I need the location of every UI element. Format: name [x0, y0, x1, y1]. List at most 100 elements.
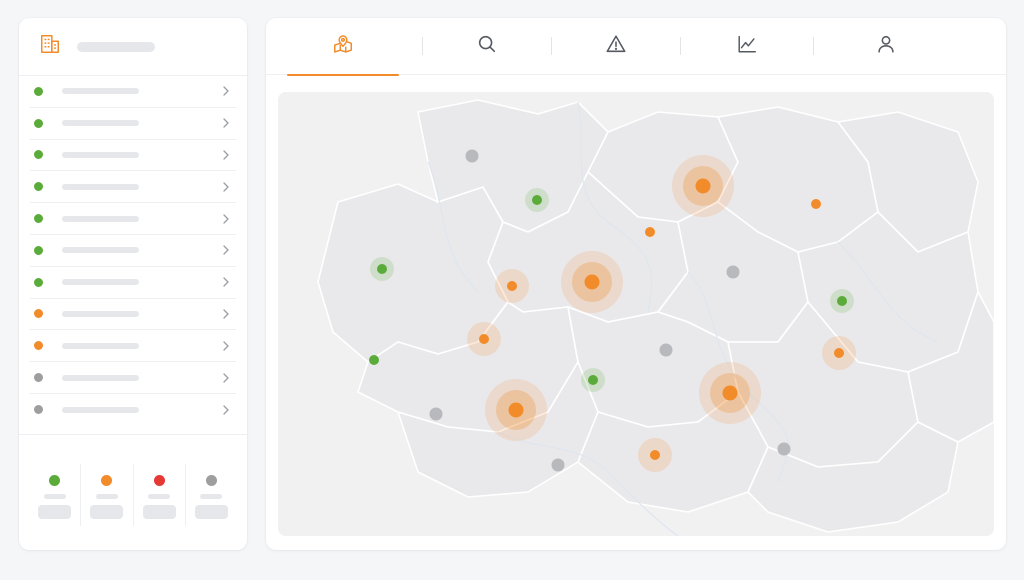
- tab-analytics[interactable]: [681, 18, 813, 75]
- legend-count-placeholder: [38, 505, 72, 519]
- map-marker-green[interactable]: [837, 296, 847, 306]
- map-marker-green[interactable]: [369, 355, 379, 365]
- warning-icon: [605, 33, 627, 60]
- map-marker-gray[interactable]: [551, 458, 565, 472]
- chevron-right-icon: [223, 118, 229, 128]
- map-marker-gray[interactable]: [777, 442, 791, 456]
- tab-search[interactable]: [423, 18, 551, 75]
- legend-label-placeholder: [43, 494, 66, 499]
- map-marker-gray[interactable]: [659, 343, 673, 357]
- map-marker-gray[interactable]: [465, 149, 479, 163]
- status-dot: [34, 118, 43, 128]
- list-item[interactable]: [30, 267, 236, 299]
- item-label-placeholder: [62, 215, 139, 222]
- legend-count-placeholder: [142, 505, 176, 519]
- map-marker-orange[interactable]: [645, 227, 655, 237]
- chevron-right-icon: [223, 182, 229, 192]
- sidebar-divider: [19, 434, 247, 435]
- chevron-right-icon: [223, 150, 229, 160]
- map-marker-orange[interactable]: [834, 348, 844, 358]
- legend-count-placeholder: [90, 505, 124, 519]
- map-pin-icon: [332, 33, 354, 60]
- tab-alerts[interactable]: [552, 18, 680, 75]
- item-label-placeholder: [62, 88, 139, 95]
- map-marker-gray[interactable]: [726, 265, 740, 279]
- map-marker-orange[interactable]: [507, 281, 517, 291]
- tab-profile[interactable]: [814, 18, 958, 75]
- legend-count-placeholder: [194, 505, 228, 519]
- status-dot: [34, 277, 43, 287]
- item-label-placeholder: [62, 120, 139, 127]
- chevron-right-icon: [223, 405, 229, 415]
- chevron-right-icon: [223, 277, 229, 287]
- legend-dot: [153, 475, 165, 486]
- legend-item-orange[interactable]: [81, 464, 134, 526]
- map-marker-gray[interactable]: [429, 407, 443, 421]
- item-label-placeholder: [62, 279, 139, 286]
- sidebar-header: [19, 18, 247, 76]
- building-icon[interactable]: [39, 33, 61, 60]
- legend-label-placeholder: [200, 494, 223, 499]
- item-label-placeholder: [62, 342, 139, 349]
- item-label-placeholder: [62, 406, 139, 413]
- chevron-right-icon: [223, 213, 229, 224]
- map-marker-orange[interactable]: [508, 402, 524, 418]
- tab-bar: [266, 18, 1006, 76]
- status-dot: [34, 245, 43, 255]
- status-dot: [34, 150, 43, 160]
- map-marker-orange[interactable]: [650, 450, 660, 460]
- item-label-placeholder: [62, 183, 139, 190]
- legend-label-placeholder: [95, 494, 118, 499]
- list-item[interactable]: [30, 330, 236, 363]
- tab-map[interactable]: [286, 18, 400, 76]
- status-dot: [34, 214, 43, 224]
- map-background: [278, 92, 994, 536]
- search-icon: [476, 33, 498, 60]
- list-item[interactable]: [30, 235, 236, 267]
- map-marker-orange[interactable]: [479, 334, 489, 344]
- map-marker-green[interactable]: [377, 264, 387, 274]
- item-label-placeholder: [62, 247, 139, 254]
- map-view[interactable]: [278, 92, 994, 536]
- map-marker-orange[interactable]: [811, 199, 821, 209]
- chart-icon: [736, 33, 758, 60]
- legend-item-green[interactable]: [29, 464, 82, 526]
- map-marker-orange[interactable]: [722, 385, 738, 401]
- map-marker-green[interactable]: [588, 375, 598, 385]
- list-item[interactable]: [30, 203, 236, 235]
- legend-dot: [49, 475, 61, 486]
- list-item[interactable]: [30, 108, 236, 140]
- map-marker-orange[interactable]: [695, 178, 711, 194]
- legend-item-gray[interactable]: [186, 464, 237, 526]
- map-marker-orange[interactable]: [584, 274, 600, 290]
- list-item[interactable]: [30, 362, 236, 394]
- chevron-right-icon: [223, 86, 229, 97]
- user-icon: [875, 33, 897, 60]
- status-dot: [34, 309, 43, 319]
- chevron-right-icon: [223, 309, 229, 319]
- status-dot: [34, 182, 43, 192]
- status-dot: [34, 341, 43, 351]
- legend-dot: [205, 475, 217, 486]
- status-dot: [34, 373, 43, 383]
- list-item[interactable]: [30, 299, 236, 331]
- legend-item-red[interactable]: [134, 464, 186, 526]
- status-dot: [34, 86, 43, 96]
- chevron-right-icon: [223, 341, 229, 351]
- chevron-right-icon: [223, 245, 229, 256]
- item-label-placeholder: [62, 151, 139, 158]
- list-item[interactable]: [30, 140, 236, 172]
- item-label-placeholder: [62, 374, 139, 381]
- item-label-placeholder: [62, 310, 139, 317]
- map-marker-green[interactable]: [532, 195, 542, 205]
- main-panel: [266, 18, 1006, 550]
- sidebar: [19, 18, 247, 550]
- list-item[interactable]: [30, 394, 236, 426]
- site-list: [19, 76, 247, 426]
- status-legend: [29, 464, 237, 526]
- status-dot: [34, 405, 43, 415]
- legend-dot: [101, 475, 113, 486]
- list-item[interactable]: [30, 76, 236, 108]
- list-item[interactable]: [30, 171, 236, 204]
- legend-label-placeholder: [148, 494, 171, 499]
